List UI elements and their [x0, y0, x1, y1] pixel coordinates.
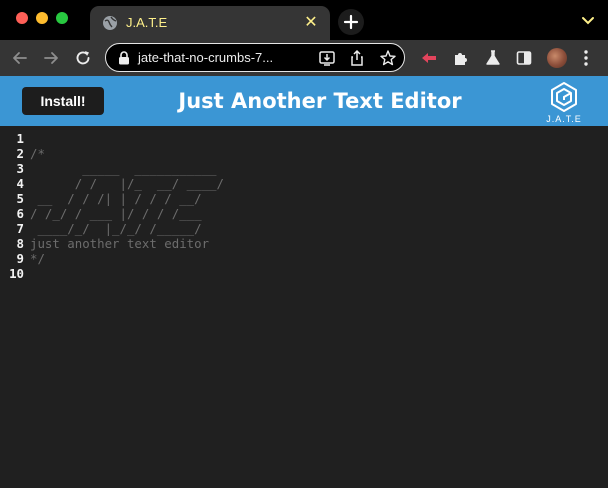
line-text[interactable]: /*	[30, 146, 45, 161]
line-number: 7	[16, 221, 24, 236]
line-number: 5	[16, 191, 24, 206]
close-window-button[interactable]	[16, 12, 28, 24]
menu-dots-icon[interactable]	[582, 48, 590, 68]
editor-line[interactable]: 1	[0, 131, 608, 146]
back-arrow-icon[interactable]	[10, 48, 30, 68]
editor-line[interactable]: 7 ____/_/ |_/_/ /_____/	[0, 221, 608, 236]
tab-title: J.A.T.E	[126, 15, 168, 30]
text-editor[interactable]: 1 2/* 3 _____ ___________ 4 / / |/_ __/ ___…	[0, 126, 608, 488]
line-number: 10	[9, 266, 24, 281]
line-text[interactable]: _____ ___________	[30, 161, 216, 176]
editor-line[interactable]: 6 / /_/ / ___ |/ / / /___	[0, 206, 608, 221]
side-panel-icon[interactable]	[515, 49, 533, 67]
reload-icon[interactable]	[73, 48, 93, 68]
address-bar[interactable]: jate-that-no-crumbs-7...	[105, 43, 405, 72]
editor-line[interactable]: 5 __ / / /| | / / / __/	[0, 191, 608, 206]
editor-line[interactable]: 2 /*	[0, 146, 608, 161]
forward-arrow-icon[interactable]	[41, 48, 61, 68]
line-text[interactable]: ____/_/ |_/_/ /_____/	[30, 221, 201, 236]
editor-line[interactable]: 3 _____ ___________	[0, 161, 608, 176]
line-text[interactable]: just another text editor	[30, 236, 209, 251]
puzzle-icon[interactable]	[452, 49, 470, 67]
line-number: 3	[16, 161, 24, 176]
maximize-window-button[interactable]	[56, 12, 68, 24]
line-text[interactable]: */	[30, 251, 45, 266]
line-number: 4	[16, 176, 24, 191]
extension-red-icon[interactable]	[420, 49, 438, 67]
bookmark-star-icon[interactable]	[379, 49, 397, 67]
editor-line[interactable]: 4 / / |/_ __/ ____/	[0, 176, 608, 191]
jate-logo-icon	[551, 82, 577, 112]
flask-icon[interactable]	[484, 49, 502, 67]
chevron-down-icon[interactable]	[578, 13, 598, 29]
line-text[interactable]: / / |/_ __/ ____/	[30, 176, 224, 191]
line-number: 8	[16, 236, 24, 251]
profile-avatar[interactable]	[547, 48, 567, 68]
browser-toolbar: jate-that-no-crumbs-7...	[0, 40, 608, 76]
logo-text: J.A.T.E	[546, 114, 582, 124]
minimize-window-button[interactable]	[36, 12, 48, 24]
line-number: 9	[16, 251, 24, 266]
editor-line[interactable]: 9 */	[0, 251, 608, 266]
line-text[interactable]: / /_/ / ___ |/ / / /___	[30, 206, 202, 221]
share-icon[interactable]	[348, 49, 366, 67]
tab-close-icon[interactable]: ✕	[302, 14, 320, 32]
editor-line[interactable]: 10	[0, 266, 608, 281]
browser-tab-jate[interactable]: J.A.T.E ✕	[90, 6, 330, 40]
new-tab-button[interactable]	[338, 9, 364, 35]
globe-icon	[103, 16, 117, 30]
url-text[interactable]: jate-that-no-crumbs-7...	[138, 50, 273, 66]
line-number: 6	[16, 206, 24, 221]
line-number: 2	[16, 146, 24, 161]
plus-icon	[343, 14, 359, 30]
install-button[interactable]: Install!	[22, 87, 104, 115]
page-title: Just Another Text Editor	[178, 89, 462, 113]
line-text[interactable]: __ / / /| | / / / __/	[30, 191, 201, 206]
install-app-icon[interactable]	[318, 49, 336, 67]
editor-line[interactable]: 8 just another text editor	[0, 236, 608, 251]
browser-tab-strip: J.A.T.E ✕	[0, 0, 608, 40]
lock-icon[interactable]	[118, 51, 130, 65]
line-number: 1	[16, 131, 24, 146]
app-header: Install! Just Another Text Editor J.A.T.…	[0, 76, 608, 126]
